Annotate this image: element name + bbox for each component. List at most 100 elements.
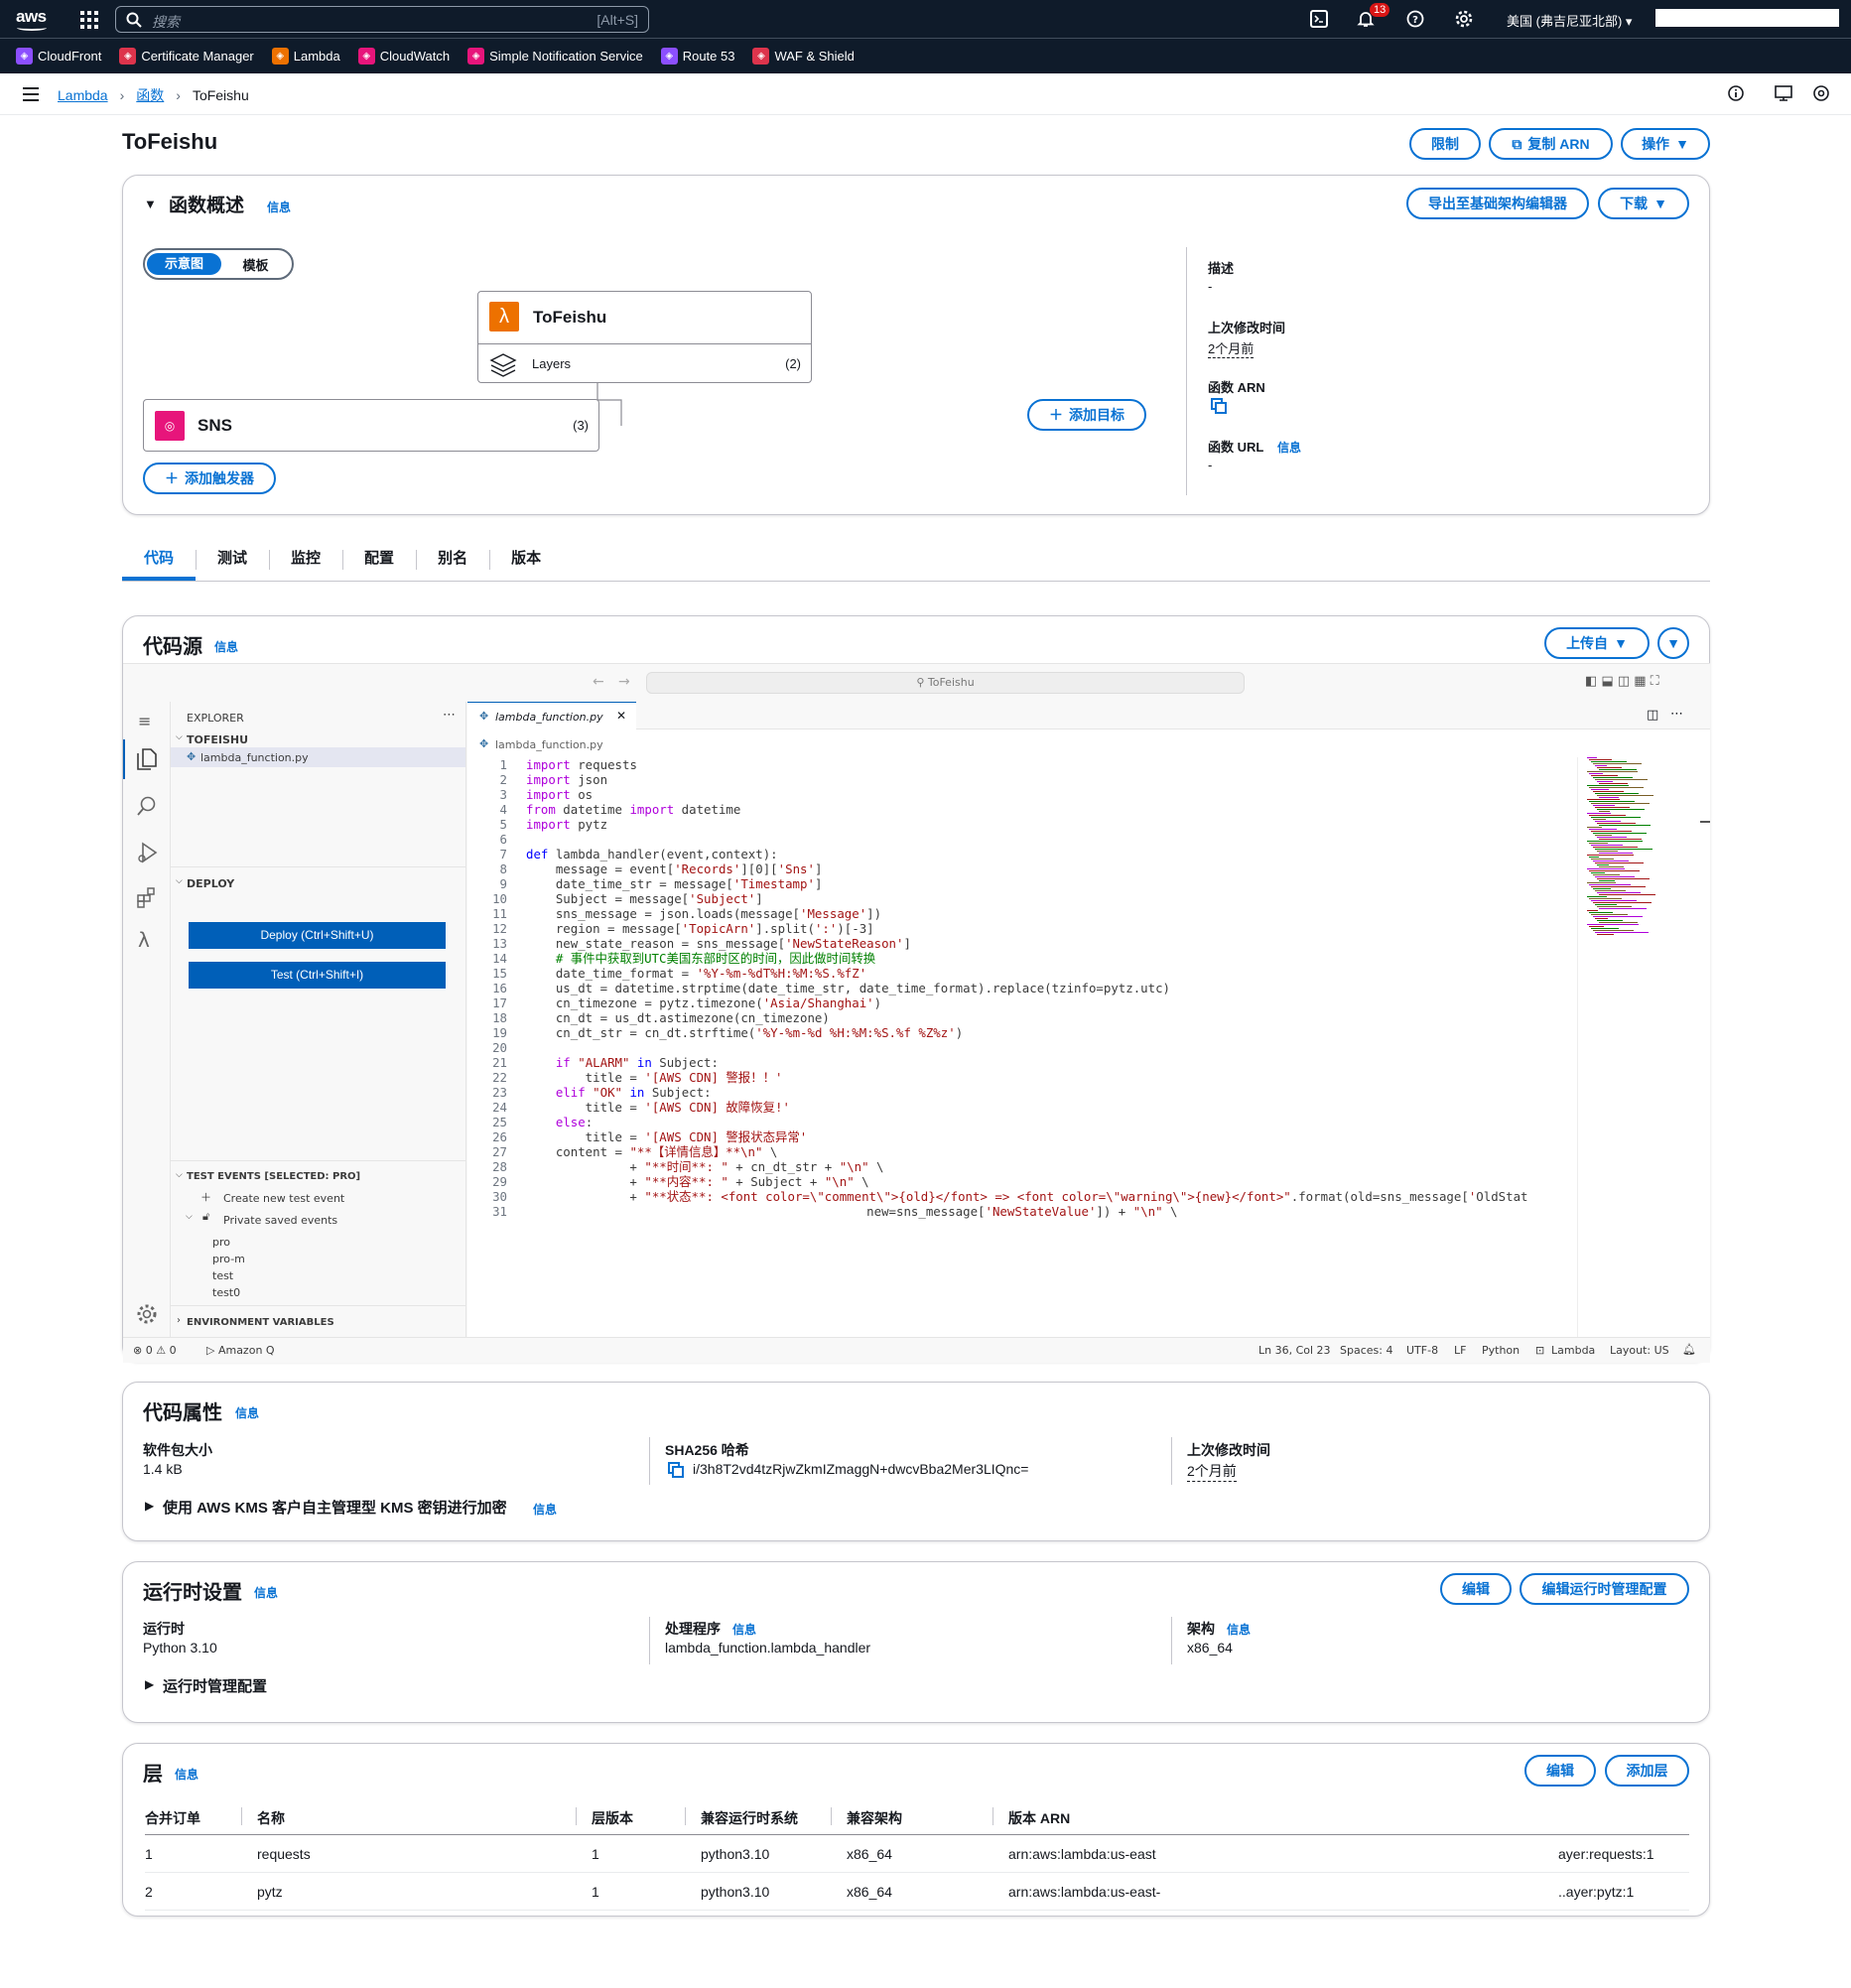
- copy-arn-button[interactable]: ⧉ 复制 ARN: [1489, 128, 1613, 160]
- tab-item[interactable]: 测试: [196, 539, 269, 581]
- more-icon[interactable]: ⋯: [1670, 707, 1683, 722]
- code-line[interactable]: new_state_reason = sns_message['NewState…: [526, 936, 911, 951]
- cloudshell-icon[interactable]: [1310, 10, 1328, 28]
- code-line[interactable]: title = '[AWS CDN] 警报！！': [526, 1070, 783, 1085]
- favorite-item[interactable]: ◈ WAF & Shield: [752, 48, 855, 65]
- edit-runtime-button[interactable]: 编辑: [1440, 1573, 1512, 1605]
- tab-item[interactable]: 版本: [489, 539, 563, 581]
- column-header[interactable]: 兼容运行时系统: [701, 1808, 798, 1828]
- code-line[interactable]: if "ALARM" in Subject:: [526, 1055, 719, 1070]
- breadcrumb-functions[interactable]: 函数: [136, 85, 164, 105]
- test-event-item[interactable]: pro-m: [212, 1253, 245, 1265]
- close-icon[interactable]: ✕: [616, 709, 626, 723]
- copy-icon[interactable]: [668, 1462, 684, 1478]
- code-line[interactable]: cn_dt = us_dt.astimezone(cn_timezone): [526, 1010, 830, 1025]
- code-line[interactable]: date_time_format = '%Y-%m-%dT%H:%M:%S.%f…: [526, 966, 866, 981]
- cursor-position[interactable]: Ln 36, Col 23: [1258, 1344, 1331, 1357]
- menu-icon[interactable]: ≡: [138, 712, 151, 730]
- code-line[interactable]: Subject = message['Subject']: [526, 891, 763, 906]
- aws-logo[interactable]: aws: [16, 7, 47, 31]
- code-line[interactable]: import os: [526, 787, 593, 802]
- code-line[interactable]: date_time_str = message['Timestamp']: [526, 876, 823, 891]
- diagram-toggle[interactable]: 示意图: [147, 253, 221, 275]
- split-editor-icon[interactable]: ◫: [1647, 708, 1658, 723]
- caret-down-icon[interactable]: ▼: [144, 197, 157, 211]
- favorite-item[interactable]: ◈ CloudFront: [16, 48, 101, 65]
- extensions-icon[interactable]: [136, 886, 158, 908]
- column-header[interactable]: 合并订单: [145, 1808, 200, 1828]
- code-line[interactable]: us_dt = datetime.strptime(date_time_str,…: [526, 981, 1170, 995]
- run-debug-icon[interactable]: [136, 841, 158, 864]
- download-button[interactable]: 下载 ▼: [1598, 188, 1689, 219]
- kms-info-link[interactable]: 信息: [533, 1501, 557, 1518]
- favorite-item[interactable]: ◈ CloudWatch: [357, 48, 450, 65]
- deploy-button[interactable]: Deploy (Ctrl+Shift+U): [189, 922, 446, 949]
- function-url-info-link[interactable]: 信息: [1277, 439, 1301, 456]
- code-props-info-link[interactable]: 信息: [235, 1404, 259, 1421]
- chevron-down-icon[interactable]: ⌵: [176, 732, 183, 742]
- add-trigger-button[interactable]: ＋ 添加触发器: [143, 463, 276, 494]
- code-source-info-link[interactable]: 信息: [214, 638, 238, 655]
- code-line[interactable]: + "**时间**: " + cn_dt_str + "\n" \: [526, 1159, 883, 1174]
- bell-icon[interactable]: 🔔︎: [1682, 1343, 1696, 1356]
- command-center[interactable]: ⚲ ToFeishu: [646, 672, 1245, 694]
- template-toggle[interactable]: 模板: [221, 255, 290, 274]
- add-layer-button[interactable]: 添加层: [1605, 1755, 1689, 1787]
- code-line[interactable]: import requests: [526, 757, 637, 772]
- column-header[interactable]: 层版本: [592, 1808, 633, 1828]
- info-icon[interactable]: [1728, 85, 1744, 101]
- editor-tab[interactable]: ✥ lambda_function.py ✕: [467, 702, 636, 729]
- search-input[interactable]: 搜索 [Alt+S]: [115, 6, 649, 33]
- copy-icon[interactable]: [1211, 398, 1227, 414]
- handler-info-link[interactable]: 信息: [732, 1621, 756, 1638]
- code-line[interactable]: def lambda_handler(event,context):: [526, 847, 778, 861]
- caret-right-icon[interactable]: ▶: [145, 1677, 154, 1691]
- favorite-item[interactable]: ◈ Lambda: [271, 48, 340, 65]
- architecture-info-link[interactable]: 信息: [1227, 1621, 1251, 1638]
- code-line[interactable]: region = message['TopicArn'].split(':')[…: [526, 921, 874, 936]
- test-event-item[interactable]: pro: [212, 1236, 230, 1249]
- kms-encryption-toggle[interactable]: 使用 AWS KMS 客户自主管理型 KMS 密钥进行加密: [163, 1497, 507, 1518]
- code-line[interactable]: + "**内容**: " + Subject + "\n" \: [526, 1174, 868, 1189]
- arrow-left-icon[interactable]: ←: [593, 674, 604, 690]
- file-tree-item[interactable]: ✥ lambda_function.py: [171, 747, 465, 767]
- help-icon[interactable]: ?: [1406, 10, 1424, 28]
- code-line[interactable]: message = event['Records'][0]['Sns']: [526, 861, 823, 876]
- column-header[interactable]: 版本 ARN: [1008, 1808, 1070, 1828]
- code-line[interactable]: import json: [526, 772, 607, 787]
- favorite-item[interactable]: ◈ Route 53: [660, 48, 734, 65]
- test-button[interactable]: Test (Ctrl+Shift+I): [189, 962, 446, 989]
- minimap[interactable]: [1583, 757, 1682, 936]
- code-line[interactable]: + "**状态**: <font color=\"comment\">{old}…: [526, 1189, 1527, 1204]
- amazon-q-indicator[interactable]: ▷ Amazon Q: [206, 1344, 275, 1357]
- services-menu-icon[interactable]: [80, 11, 98, 29]
- code-line[interactable]: else:: [526, 1115, 593, 1129]
- feedback-icon[interactable]: [1775, 85, 1792, 101]
- create-test-event[interactable]: Create new test event: [223, 1192, 344, 1205]
- code-line[interactable]: cn_timezone = pytz.timezone('Asia/Shangh…: [526, 995, 881, 1010]
- overview-info-link[interactable]: 信息: [267, 199, 291, 215]
- function-node[interactable]: λ ToFeishu Layers (2): [477, 291, 812, 383]
- code-line[interactable]: content = "**【详情信息】**\n" \: [526, 1144, 778, 1159]
- code-line[interactable]: title = '[AWS CDN] 故障恢复!': [526, 1100, 790, 1115]
- sns-trigger-node[interactable]: ◎ SNS (3): [143, 399, 599, 452]
- edit-layers-button[interactable]: 编辑: [1524, 1755, 1596, 1787]
- more-icon[interactable]: ⋯: [443, 708, 456, 723]
- runtime-info-link[interactable]: 信息: [254, 1584, 278, 1601]
- arrow-right-icon[interactable]: →: [618, 674, 630, 690]
- add-destination-button[interactable]: ＋ 添加目标: [1027, 399, 1146, 431]
- code-line[interactable]: import pytz: [526, 817, 607, 832]
- export-button[interactable]: 导出至基础架构编辑器: [1406, 188, 1589, 219]
- language-mode[interactable]: Python: [1482, 1344, 1520, 1357]
- chevron-down-icon[interactable]: ⌵: [176, 1170, 183, 1180]
- column-header[interactable]: 兼容架构: [847, 1808, 902, 1828]
- aws-lambda-icon[interactable]: λ: [138, 928, 150, 952]
- layers-label[interactable]: Layers: [532, 356, 571, 371]
- throttle-button[interactable]: 限制: [1409, 128, 1481, 160]
- expand-circle-button[interactable]: ▼: [1657, 627, 1689, 659]
- settings-circle-icon[interactable]: [1813, 85, 1829, 101]
- runtime-management-toggle[interactable]: 运行时管理配置: [163, 1675, 267, 1696]
- chevron-right-icon[interactable]: ›: [177, 1315, 181, 1326]
- favorite-item[interactable]: ◈ Certificate Manager: [119, 48, 254, 65]
- breadcrumb-lambda[interactable]: Lambda: [58, 87, 108, 103]
